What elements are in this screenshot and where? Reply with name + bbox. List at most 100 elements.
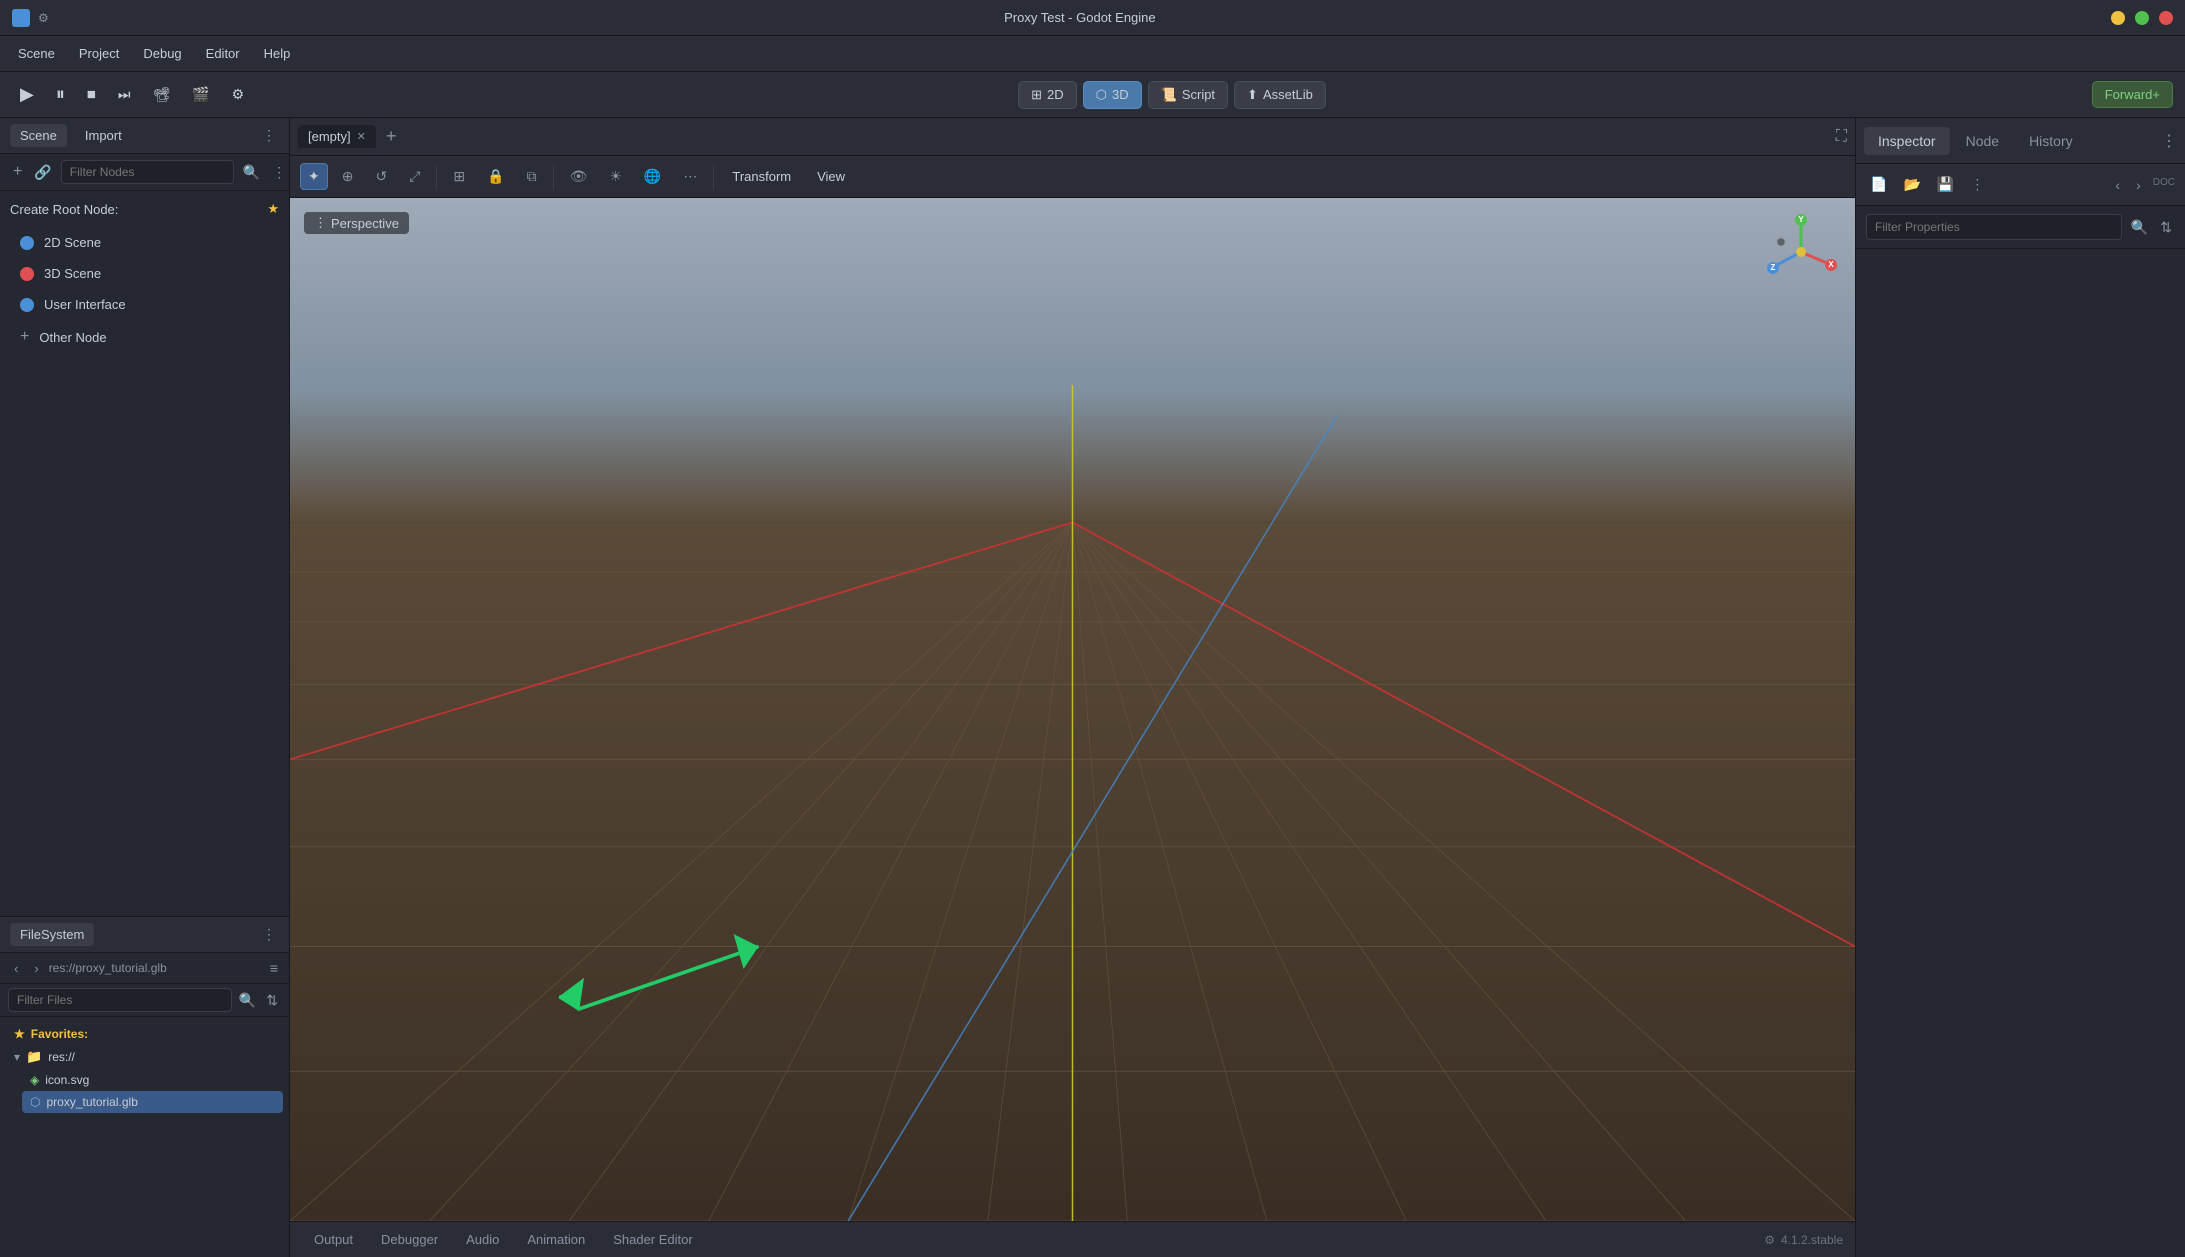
filter-properties-input[interactable] [1866,214,2122,240]
svg-text:Z: Z [1771,263,1776,272]
tab-node[interactable]: Node [1952,127,2013,155]
mode-2d-button[interactable]: ⊞ 2D [1018,81,1077,109]
filesystem-more-button[interactable]: ⋮ [259,923,279,946]
group-button[interactable]: ⧉ [519,163,545,190]
lock-button[interactable]: 🔒 [479,163,512,190]
fs-layout-button[interactable]: ≡ [267,957,281,979]
fs-forward-button[interactable]: › [28,958,44,979]
more-nodes-button[interactable]: ⋮ [269,161,289,184]
tab-audio[interactable]: Audio [454,1228,511,1251]
menu-project[interactable]: Project [69,42,129,65]
filesystem-content: ★ Favorites: ▾ 📁 res:// ◈ icon.svg ⬡ pro… [0,1017,289,1257]
menu-debug[interactable]: Debug [133,42,191,65]
play-custom-button[interactable]: 📽 [144,82,178,107]
main-layout: Scene Import ⋮ + 🔗 🔍 ⋮ Create Root Node:… [0,118,2185,1257]
svg-text:X: X [1828,260,1834,269]
node-ui-circle [20,298,34,312]
scale-tool-button[interactable]: ⤢ [401,163,428,190]
node-ui[interactable]: User Interface [10,289,279,320]
tab-history[interactable]: History [2015,127,2087,155]
viewport-tabs: [empty] ✕ + ⛶ [290,118,1855,156]
inspector-save-button[interactable]: 💾 [1931,172,1960,197]
viewport-gizmo[interactable]: Y X Z [1761,212,1841,292]
filter-files-input[interactable] [8,988,232,1012]
tab-shader-editor[interactable]: Shader Editor [601,1228,705,1251]
fs-item-res[interactable]: ▾ 📁 res:// [6,1045,283,1069]
close-button[interactable] [2159,11,2173,25]
sun-button[interactable]: ☀ [601,163,630,190]
viewport-options-button[interactable]: ⋯ [675,163,705,190]
close-tab-icon[interactable]: ✕ [357,130,366,143]
tab-output[interactable]: Output [302,1228,365,1251]
tab-filesystem[interactable]: FileSystem [10,923,94,946]
snap-button[interactable]: ⊞ [445,163,473,190]
renderer-button[interactable]: Forward+ [2092,81,2173,108]
menu-bar: Scene Project Debug Editor Help [0,36,2185,72]
filter-nodes-input[interactable] [61,160,234,184]
inspector-back-button[interactable]: ‹ [2109,173,2126,197]
play-scene-button[interactable]: ⏭ [110,82,139,107]
tab-inspector[interactable]: Inspector [1864,127,1950,155]
select-tool-button[interactable]: ✦ [300,163,328,190]
camera-button[interactable]: 👁 [562,163,596,190]
viewport-toolbar: ✦ ⊕ ↺ ⤢ ⊞ 🔒 ⧉ 👁 ☀ 🌐 ⋯ Transform View [290,156,1855,198]
fullscreen-button[interactable]: ⛶ [1836,128,1847,146]
search-nodes-button[interactable]: 🔍 [240,161,263,184]
other-node[interactable]: + Other Node [10,320,279,354]
node-3d-scene[interactable]: 3D Scene [10,258,279,289]
filter-files-sort-btn[interactable]: ⇅ [263,989,281,1012]
node-2d-scene[interactable]: 2D Scene [10,227,279,258]
create-root-label: Create Root Node: ★ [10,201,279,217]
view-label[interactable]: View [807,165,855,188]
inspector-more-button[interactable]: ⋮ [2161,131,2177,151]
transform-label[interactable]: Transform [722,165,801,188]
inspector-forward-button[interactable]: › [2130,173,2147,197]
window-title: Proxy Test - Godot Engine [49,10,2111,25]
settings-button[interactable]: ⚙ [224,82,253,107]
menu-editor[interactable]: Editor [196,42,250,65]
inspector-open-button[interactable]: 📂 [1897,172,1926,197]
filter-properties-search-btn[interactable]: 🔍 [2128,216,2151,239]
minimize-button[interactable] [2111,11,2125,25]
fs-item-icon-svg[interactable]: ◈ icon.svg [22,1069,283,1091]
inspector-new-script-button[interactable]: 📄 [1864,172,1893,197]
stop-button[interactable]: ⏹ [79,80,104,109]
tab-debugger[interactable]: Debugger [369,1228,450,1251]
maximize-button[interactable] [2135,11,2149,25]
play-button[interactable]: ▶ [12,80,42,109]
inspector-tabs: Inspector Node History ⋮ [1856,118,2185,164]
tab-scene[interactable]: Scene [10,124,67,147]
filter-properties-sort-btn[interactable]: ⇅ [2157,216,2175,239]
script-icon: 📜 [1161,87,1177,103]
pause-button[interactable]: ⏸ [48,80,73,109]
viewport-3d[interactable]: ⋮ Perspective Y X Z [290,198,1855,1221]
favorite-icon: ★ [267,201,279,217]
viewport-tab-empty[interactable]: [empty] ✕ [298,125,376,148]
environment-button[interactable]: 🌐 [636,163,669,190]
inspector-nav: ‹ › DOC [2109,173,2177,197]
rotate-tool-button[interactable]: ↺ [367,163,395,190]
toolbar-divider-2 [553,165,554,189]
title-bar: ⚙ Proxy Test - Godot Engine [0,0,2185,36]
inspector-options-button[interactable]: ⋮ [1964,172,1990,197]
perspective-label[interactable]: ⋮ Perspective [304,212,409,234]
filter-files-search-btn[interactable]: 🔍 [236,989,259,1012]
menu-scene[interactable]: Scene [8,42,65,65]
fs-item-proxy-glb[interactable]: ⬡ proxy_tutorial.glb [22,1091,283,1113]
fs-back-button[interactable]: ‹ [8,958,24,979]
scene-more-button[interactable]: ⋮ [259,124,279,147]
tab-import[interactable]: Import [75,124,132,147]
link-node-button[interactable]: 🔗 [31,161,54,184]
svg-file-icon: ◈ [30,1073,39,1087]
fs-path-label: res://proxy_tutorial.glb [49,961,263,975]
menu-help[interactable]: Help [254,42,301,65]
scene-panel-header: Scene Import ⋮ [0,118,289,154]
script-button[interactable]: 📜 Script [1148,81,1228,109]
move-tool-button[interactable]: ⊕ [334,163,362,190]
movie-button[interactable]: 🎬 [184,82,217,107]
mode-3d-button[interactable]: ⬡ 3D [1083,81,1142,109]
assetlib-button[interactable]: ⬆ AssetLib [1234,81,1326,109]
add-node-button[interactable]: + [10,160,25,184]
tab-animation[interactable]: Animation [515,1228,597,1251]
add-tab-button[interactable]: + [380,124,403,149]
